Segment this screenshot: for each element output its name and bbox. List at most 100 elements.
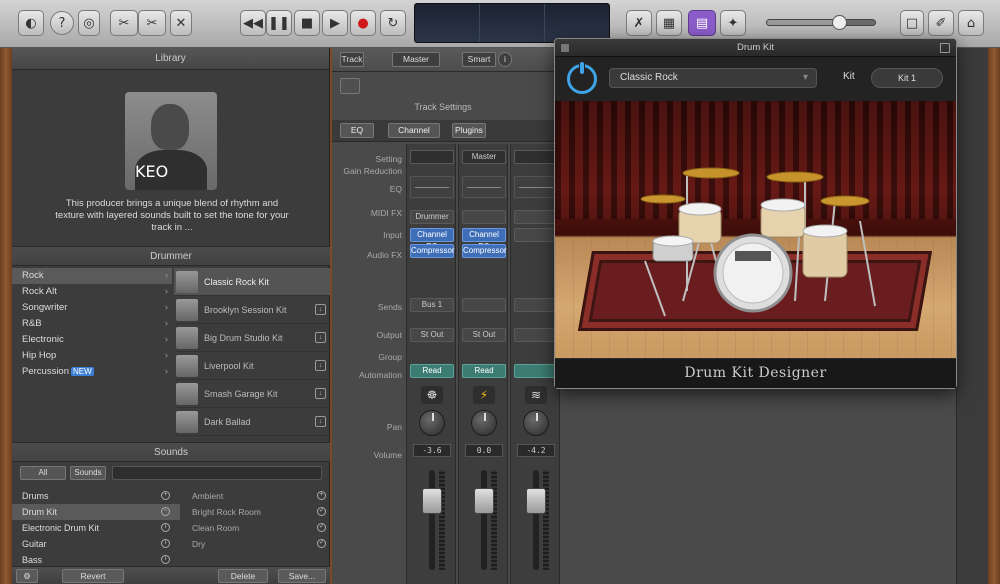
download-icon[interactable]: ↓ bbox=[315, 304, 326, 315]
category-item[interactable]: Rock › bbox=[12, 268, 172, 284]
cycle-button[interactable]: ↻ bbox=[380, 10, 406, 36]
volume-icon: ✦ bbox=[727, 15, 739, 31]
strip-name-slot[interactable]: Master bbox=[462, 150, 506, 164]
inspector-tab-plugins[interactable]: Plugins bbox=[452, 123, 486, 138]
play-button[interactable]: ▶ bbox=[322, 10, 348, 36]
plugin-preset-dropdown[interactable]: Classic Rock ▾ bbox=[609, 68, 817, 88]
strip-input-slot[interactable] bbox=[514, 210, 558, 224]
loop-browser-button[interactable]: ✐ bbox=[928, 10, 954, 36]
plugin-close-button[interactable] bbox=[561, 44, 569, 52]
save-button[interactable]: Save... bbox=[278, 569, 326, 583]
delete-button[interactable]: Delete bbox=[218, 569, 268, 583]
volume-fader[interactable] bbox=[422, 488, 442, 514]
sounds-tab-all[interactable]: All bbox=[20, 466, 66, 480]
library-toggle-button[interactable]: ◐ bbox=[18, 10, 44, 36]
strip-automation-slot[interactable] bbox=[514, 364, 558, 378]
mixer-tab-track[interactable]: Track bbox=[340, 52, 364, 67]
notepad-button[interactable]: □ bbox=[900, 10, 924, 36]
pan-knob[interactable] bbox=[419, 410, 445, 436]
sound-preset-item[interactable]: Dry ✓ bbox=[182, 536, 330, 552]
master-volume-icon-button[interactable]: ✦ bbox=[720, 10, 746, 36]
smart-controls-button[interactable]: ◎ bbox=[78, 10, 100, 36]
strip-eq-thumbnail[interactable] bbox=[514, 176, 558, 198]
rewind-button[interactable]: ◀◀ bbox=[240, 10, 266, 36]
strip-fx-slot[interactable]: Channel EQ bbox=[462, 228, 506, 251]
strip-name-slot[interactable] bbox=[410, 150, 454, 164]
download-icon[interactable]: ↓ bbox=[315, 332, 326, 343]
sounds-search-input[interactable] bbox=[112, 466, 322, 480]
sound-preset-item[interactable]: Bright Rock Room ✓ bbox=[182, 504, 330, 520]
preset-item[interactable]: Classic Rock Kit bbox=[174, 268, 330, 296]
strip-send-slot[interactable]: Bus 1 bbox=[410, 298, 454, 312]
download-icon[interactable]: ↓ bbox=[315, 360, 326, 371]
record-button[interactable]: ● bbox=[350, 10, 376, 36]
strip-output-slot[interactable] bbox=[514, 328, 558, 342]
category-item[interactable]: Electronic › bbox=[12, 332, 172, 348]
category-item[interactable]: Rock Alt › bbox=[12, 284, 172, 300]
strip-fx-slot[interactable]: Compressor bbox=[410, 244, 455, 258]
sound-category-item[interactable]: Guitar i bbox=[12, 536, 180, 552]
category-item[interactable]: Hip Hop › bbox=[12, 348, 172, 364]
drum-kit-illustration[interactable] bbox=[555, 101, 956, 359]
plugin-side-dropdown[interactable]: Kit 1 bbox=[871, 68, 943, 88]
mixer-tab-master[interactable]: Master bbox=[392, 52, 440, 67]
strip-automation-slot[interactable]: Read bbox=[410, 364, 454, 378]
mixer-sub-button[interactable] bbox=[340, 78, 360, 94]
media-browser-button[interactable]: ⌂ bbox=[958, 10, 984, 36]
strip-fx-slot[interactable]: Channel EQ bbox=[410, 228, 454, 251]
sound-preset-item[interactable]: Ambient + bbox=[182, 488, 330, 504]
preset-item[interactable]: Brooklyn Session Kit ↓ bbox=[174, 296, 330, 324]
strip-fx-slot[interactable]: Compressor bbox=[462, 244, 507, 258]
strip-automation-slot[interactable]: Read bbox=[462, 364, 506, 378]
preset-item[interactable]: Liverpool Kit ↓ bbox=[174, 352, 330, 380]
revert-button[interactable]: Revert bbox=[62, 569, 124, 583]
strip-send-slot[interactable] bbox=[514, 298, 558, 312]
strip-output-slot[interactable]: St Out bbox=[462, 328, 506, 342]
master-volume-slider[interactable] bbox=[766, 15, 876, 30]
mixer-tab-smart[interactable]: Smart bbox=[462, 52, 496, 67]
sound-category-item[interactable]: Drum Kit ~ bbox=[12, 504, 180, 520]
close-tool-button[interactable]: ✕ bbox=[170, 10, 192, 36]
lcd-display[interactable] bbox=[414, 3, 610, 43]
preset-item[interactable]: Smash Garage Kit ↓ bbox=[174, 380, 330, 408]
strip-eq-thumbnail[interactable] bbox=[462, 176, 506, 198]
inspector-tab-channel[interactable]: Channel bbox=[388, 123, 440, 138]
artist-portrait[interactable]: KEO bbox=[125, 92, 217, 190]
pause-button[interactable]: ❚❚ bbox=[266, 10, 292, 36]
strip-input-slot[interactable]: Drummer bbox=[410, 210, 454, 224]
category-item[interactable]: R&B › bbox=[12, 316, 172, 332]
strip-input-slot[interactable] bbox=[462, 210, 506, 224]
preset-item[interactable]: Big Drum Studio Kit ↓ bbox=[174, 324, 330, 352]
strip-fx-slot-empty[interactable] bbox=[514, 228, 558, 242]
strip-eq-thumbnail[interactable] bbox=[410, 176, 454, 198]
pan-knob[interactable] bbox=[471, 410, 497, 436]
tuner-button[interactable]: ✗ bbox=[626, 10, 652, 36]
download-icon[interactable]: ↓ bbox=[315, 388, 326, 399]
category-item[interactable]: Percussion NEW › bbox=[12, 364, 172, 380]
volume-fader[interactable] bbox=[474, 488, 494, 514]
sounds-tab-sounds[interactable]: Sounds bbox=[70, 466, 106, 480]
sound-preset-item[interactable]: Clean Room ✓ bbox=[182, 520, 330, 536]
master-volume-handle[interactable] bbox=[832, 15, 847, 30]
strip-send-slot[interactable] bbox=[462, 298, 506, 312]
mixer-info-button[interactable]: i bbox=[498, 52, 512, 67]
sound-category-item[interactable]: Drums + bbox=[12, 488, 180, 504]
inspector-tab-eq[interactable]: EQ bbox=[340, 123, 374, 138]
scissors-button[interactable]: ✂ bbox=[138, 10, 166, 36]
count-in-button[interactable]: ▦ bbox=[656, 10, 682, 36]
download-icon[interactable]: ↓ bbox=[315, 416, 326, 427]
strip-output-slot[interactable]: St Out bbox=[410, 328, 454, 342]
editors-button[interactable]: ✂ bbox=[110, 10, 138, 36]
help-button[interactable]: ? bbox=[50, 11, 74, 35]
category-item[interactable]: Songwriter › bbox=[12, 300, 172, 316]
strip-name-slot[interactable] bbox=[514, 150, 558, 164]
power-button[interactable] bbox=[567, 61, 597, 94]
plugin-expand-button[interactable] bbox=[940, 43, 950, 53]
pan-knob[interactable] bbox=[523, 410, 549, 436]
sound-category-item[interactable]: Electronic Drum Kit i bbox=[12, 520, 180, 536]
volume-fader[interactable] bbox=[526, 488, 546, 514]
metronome-button[interactable]: ▤ bbox=[688, 10, 716, 36]
preset-item[interactable]: Dark Ballad ↓ bbox=[174, 408, 330, 436]
settings-gear-button[interactable]: ⚙ bbox=[16, 569, 38, 583]
stop-button[interactable]: ■ bbox=[294, 10, 320, 36]
